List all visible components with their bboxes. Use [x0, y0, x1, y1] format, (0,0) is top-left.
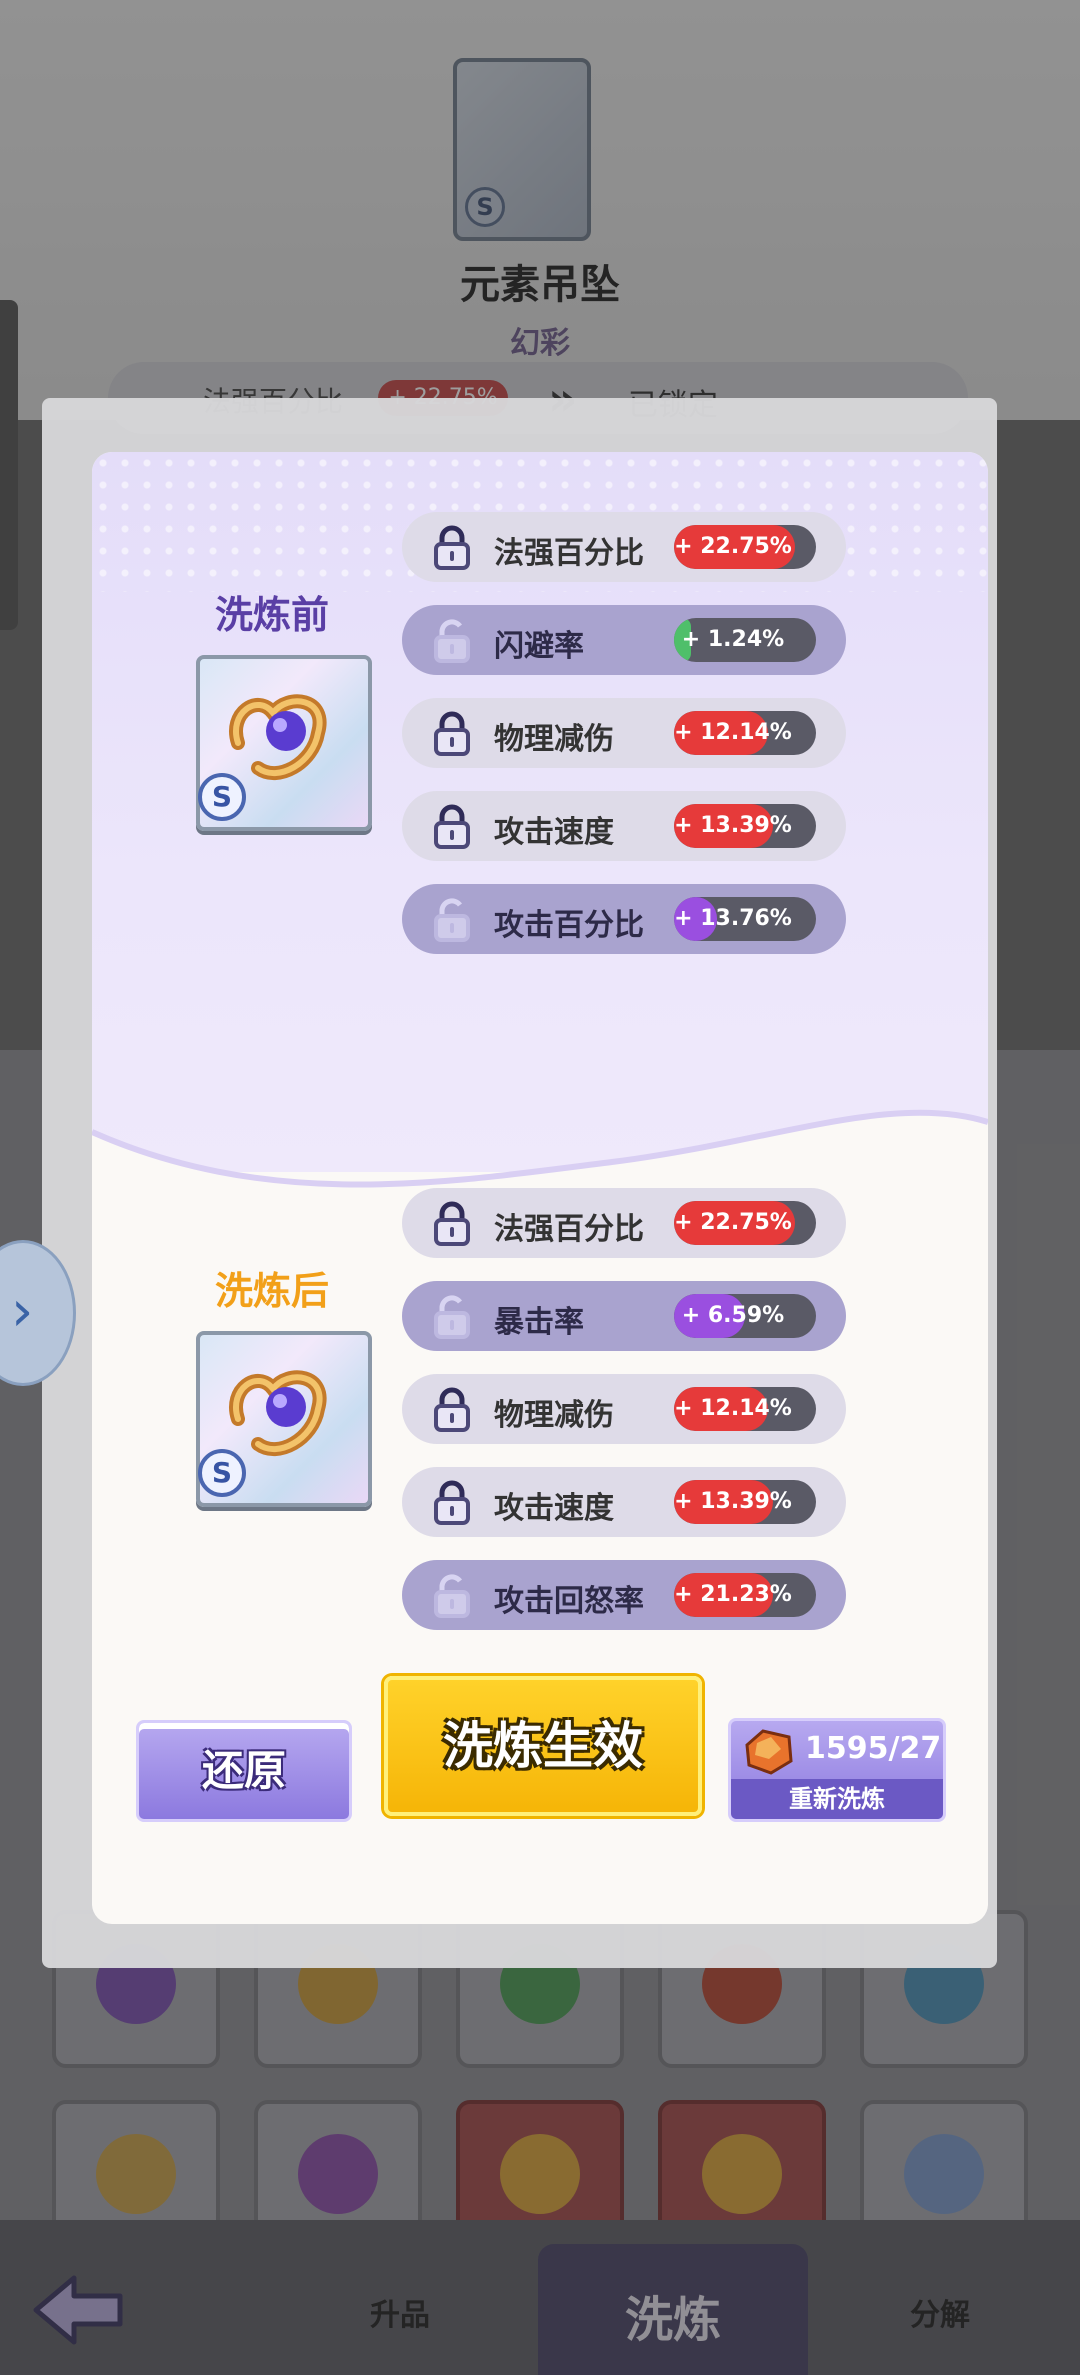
- attribute-value-bar: + 13.39%: [674, 1480, 816, 1524]
- grade-s-badge: S: [198, 773, 246, 821]
- attribute-value: + 13.76%: [674, 906, 792, 931]
- unlock-icon[interactable]: [432, 617, 472, 663]
- attribute-value-bar: + 21.23%: [674, 1573, 816, 1617]
- unlock-icon[interactable]: [432, 1293, 472, 1339]
- attribute-value: + 22.75%: [674, 534, 792, 559]
- attribute-row: 法强百分比 + 22.75%: [402, 1188, 846, 1258]
- lock-icon[interactable]: [432, 1200, 472, 1246]
- attribute-row: 暴击率 + 6.59%: [402, 1281, 846, 1351]
- apply-refine-button[interactable]: 洗炼生效: [384, 1676, 702, 1816]
- after-title: 洗炼后: [215, 1269, 330, 1313]
- attribute-name: 暴击率: [494, 1305, 584, 1340]
- lock-icon[interactable]: [432, 803, 472, 849]
- attribute-value: + 13.39%: [674, 1489, 792, 1514]
- reroll-button[interactable]: 1595/27 重新洗炼: [728, 1718, 946, 1822]
- attribute-name: 攻击速度: [494, 815, 614, 850]
- attribute-name: 物理减伤: [494, 722, 614, 757]
- attribute-name: 闪避率: [494, 629, 584, 664]
- equipment-icon-after: S: [196, 1331, 372, 1507]
- attribute-name: 法强百分比: [494, 1212, 644, 1247]
- attribute-row: 攻击百分比 + 13.76%: [402, 884, 846, 954]
- lock-icon[interactable]: [432, 524, 472, 570]
- attribute-row: 闪避率 + 1.24%: [402, 605, 846, 675]
- lock-icon[interactable]: [432, 1479, 472, 1525]
- reroll-cost: 1595/27: [805, 1731, 942, 1766]
- attribute-value-bar: + 12.14%: [674, 711, 816, 755]
- attribute-value-bar: + 1.24%: [674, 618, 816, 662]
- attribute-row: 物理减伤 + 12.14%: [402, 1374, 846, 1444]
- attribute-value: + 6.59%: [681, 1303, 785, 1328]
- attribute-name: 攻击回怒率: [494, 1584, 644, 1619]
- attribute-row: 法强百分比 + 22.75%: [402, 512, 846, 582]
- attribute-value: + 12.14%: [674, 1396, 792, 1421]
- unlock-icon[interactable]: [432, 1572, 472, 1618]
- reroll-label: 重新洗炼: [731, 1779, 943, 1819]
- attribute-value: + 1.24%: [681, 627, 785, 652]
- attribute-value-bar: + 22.75%: [674, 525, 816, 569]
- refine-compare-dialog: 洗炼前 洗炼后 S S 法强百分比 + 22.75% 闪避率 + 1.24% 物理减伤 +…: [92, 452, 988, 1924]
- attribute-name: 攻击速度: [494, 1491, 614, 1526]
- attribute-value: + 22.75%: [674, 1210, 792, 1235]
- unlock-icon[interactable]: [432, 896, 472, 942]
- refine-stone-icon: [745, 1729, 793, 1775]
- restore-button[interactable]: 还原: [136, 1720, 352, 1822]
- attribute-value: + 13.39%: [674, 813, 792, 838]
- chevron-right-icon: ›: [11, 1279, 34, 1344]
- attribute-value: + 21.23%: [674, 1582, 792, 1607]
- lock-icon[interactable]: [432, 710, 472, 756]
- attribute-value-bar: + 6.59%: [674, 1294, 816, 1338]
- lock-icon[interactable]: [432, 1386, 472, 1432]
- before-title: 洗炼前: [215, 593, 330, 637]
- attribute-value: + 12.14%: [674, 720, 792, 745]
- attribute-row: 攻击回怒率 + 21.23%: [402, 1560, 846, 1630]
- grade-s-badge: S: [198, 1449, 246, 1497]
- attribute-name: 法强百分比: [494, 536, 644, 571]
- attribute-name: 物理减伤: [494, 1398, 614, 1433]
- attribute-value-bar: + 12.14%: [674, 1387, 816, 1431]
- attribute-row: 攻击速度 + 13.39%: [402, 791, 846, 861]
- attribute-row: 攻击速度 + 13.39%: [402, 1467, 846, 1537]
- attribute-value-bar: + 13.39%: [674, 804, 816, 848]
- attribute-name: 攻击百分比: [494, 908, 644, 943]
- attribute-value-bar: + 22.75%: [674, 1201, 816, 1245]
- attribute-value-bar: + 13.76%: [674, 897, 816, 941]
- equipment-icon-before: S: [196, 655, 372, 831]
- attribute-row: 物理减伤 + 12.14%: [402, 698, 846, 768]
